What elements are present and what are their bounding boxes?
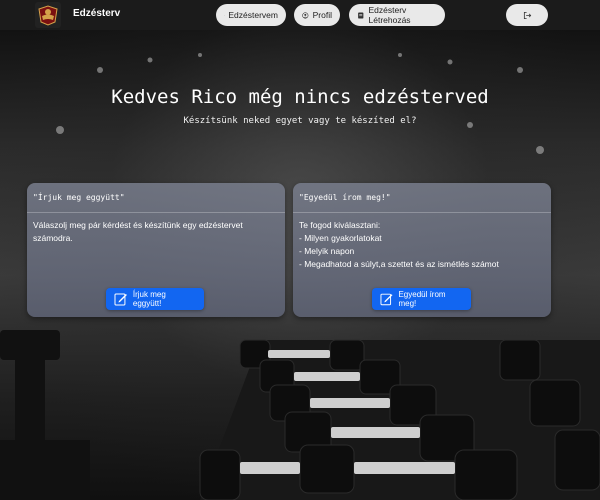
logout-button[interactable] (506, 4, 548, 26)
write-together-card-body: Válaszolj meg pár kérdést és készítünk e… (27, 213, 285, 245)
my-plans-button[interactable]: Edzéstervem (216, 4, 286, 26)
list-item: - Melyik napon (299, 246, 355, 256)
my-plans-label: Edzéstervem (228, 10, 278, 20)
list-item: - Milyen gyakorlatokat (299, 233, 382, 243)
user-icon (302, 11, 309, 19)
write-together-card-header: "Írjuk meg eggyütt" (27, 183, 285, 213)
logout-icon (523, 11, 531, 19)
write-together-card: "Írjuk meg eggyütt" Válaszolj meg pár ké… (27, 183, 285, 317)
write-alone-card-body: Te fogod kiválasztani: - Milyen gyakorla… (293, 213, 551, 271)
page-title: Kedves Rico még nincs edzésterved (111, 86, 489, 108)
list-item: - Megadhatod a súlyt,a szettet és az ism… (299, 259, 499, 269)
write-alone-button-label: Egyedül írom meg! (398, 290, 446, 308)
profile-label: Profil (312, 10, 332, 20)
write-alone-intro: Te fogod kiválasztani: (299, 220, 381, 230)
write-alone-card-header: "Egyedül írom meg!" (293, 183, 551, 213)
edit-icon (114, 293, 127, 306)
write-together-button-label: Írjuk meg eggyütt! (132, 290, 166, 308)
write-alone-button[interactable]: Egyedül írom meg! (372, 288, 471, 310)
create-plan-label: Edzésterv Létrehozás (368, 5, 411, 25)
write-together-button[interactable]: Írjuk meg eggyütt! (106, 288, 204, 310)
page-subtitle: Készítsünk neked egyet vagy te készíted … (183, 116, 417, 126)
edit-icon (380, 293, 393, 306)
notebook-icon (358, 12, 364, 18)
brand-name[interactable]: Edzésterv (73, 8, 120, 19)
top-navbar: Edzésterv Edzéstervem Profil Edzésterv L… (0, 0, 600, 30)
write-together-description: Válaszolj meg pár kérdést és készítünk e… (33, 220, 243, 243)
brand-logo-icon[interactable] (35, 2, 61, 28)
write-alone-card: "Egyedül írom meg!" Te fogod kiválasztan… (293, 183, 551, 317)
create-plan-button[interactable]: Edzésterv Létrehozás (349, 4, 445, 26)
profile-button[interactable]: Profil (294, 4, 340, 26)
